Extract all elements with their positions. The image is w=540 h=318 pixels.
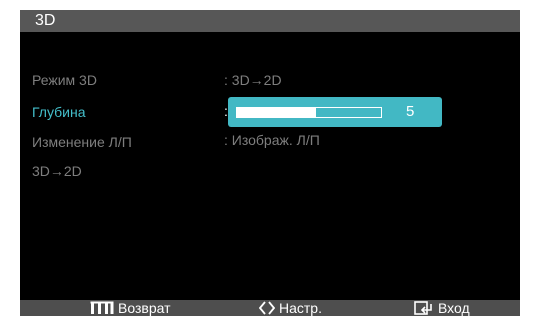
diamond-arrows-icon	[258, 301, 276, 318]
depth-value: 5	[406, 103, 415, 120]
depth-slider-track[interactable]	[236, 107, 382, 118]
value-lr-change: : Изображ. Л/П	[224, 132, 320, 148]
back-button[interactable]: Возврат	[90, 300, 171, 317]
depth-colon: :	[224, 103, 228, 119]
depth-slider-fill	[237, 108, 317, 117]
menu-item-depth[interactable]: Глубина	[32, 103, 85, 121]
depth-slider-row[interactable]: : 5	[224, 97, 442, 127]
adjust-button[interactable]: Настр.	[258, 300, 322, 318]
footer-bar: Возврат Настр. Вход	[20, 300, 520, 316]
value-3d-mode: : 3D→2D	[224, 72, 282, 88]
osd-panel: 3D Режим 3D Глубина Изменение Л/П 3D→2D …	[20, 10, 520, 316]
menu-item-3d-mode[interactable]: Режим 3D	[32, 71, 97, 89]
adjust-label: Настр.	[279, 300, 322, 316]
menu-item-lr-change[interactable]: Изменение Л/П	[32, 133, 132, 151]
back-label: Возврат	[118, 300, 171, 316]
enter-icon	[414, 300, 434, 318]
enter-button[interactable]: Вход	[414, 300, 470, 318]
title-bar: 3D	[20, 10, 520, 32]
menu-bars-icon	[90, 301, 114, 317]
enter-label: Вход	[438, 300, 470, 316]
menu-item-3d-to-2d[interactable]: 3D→2D	[32, 162, 82, 180]
menu-title: 3D	[35, 12, 56, 29]
